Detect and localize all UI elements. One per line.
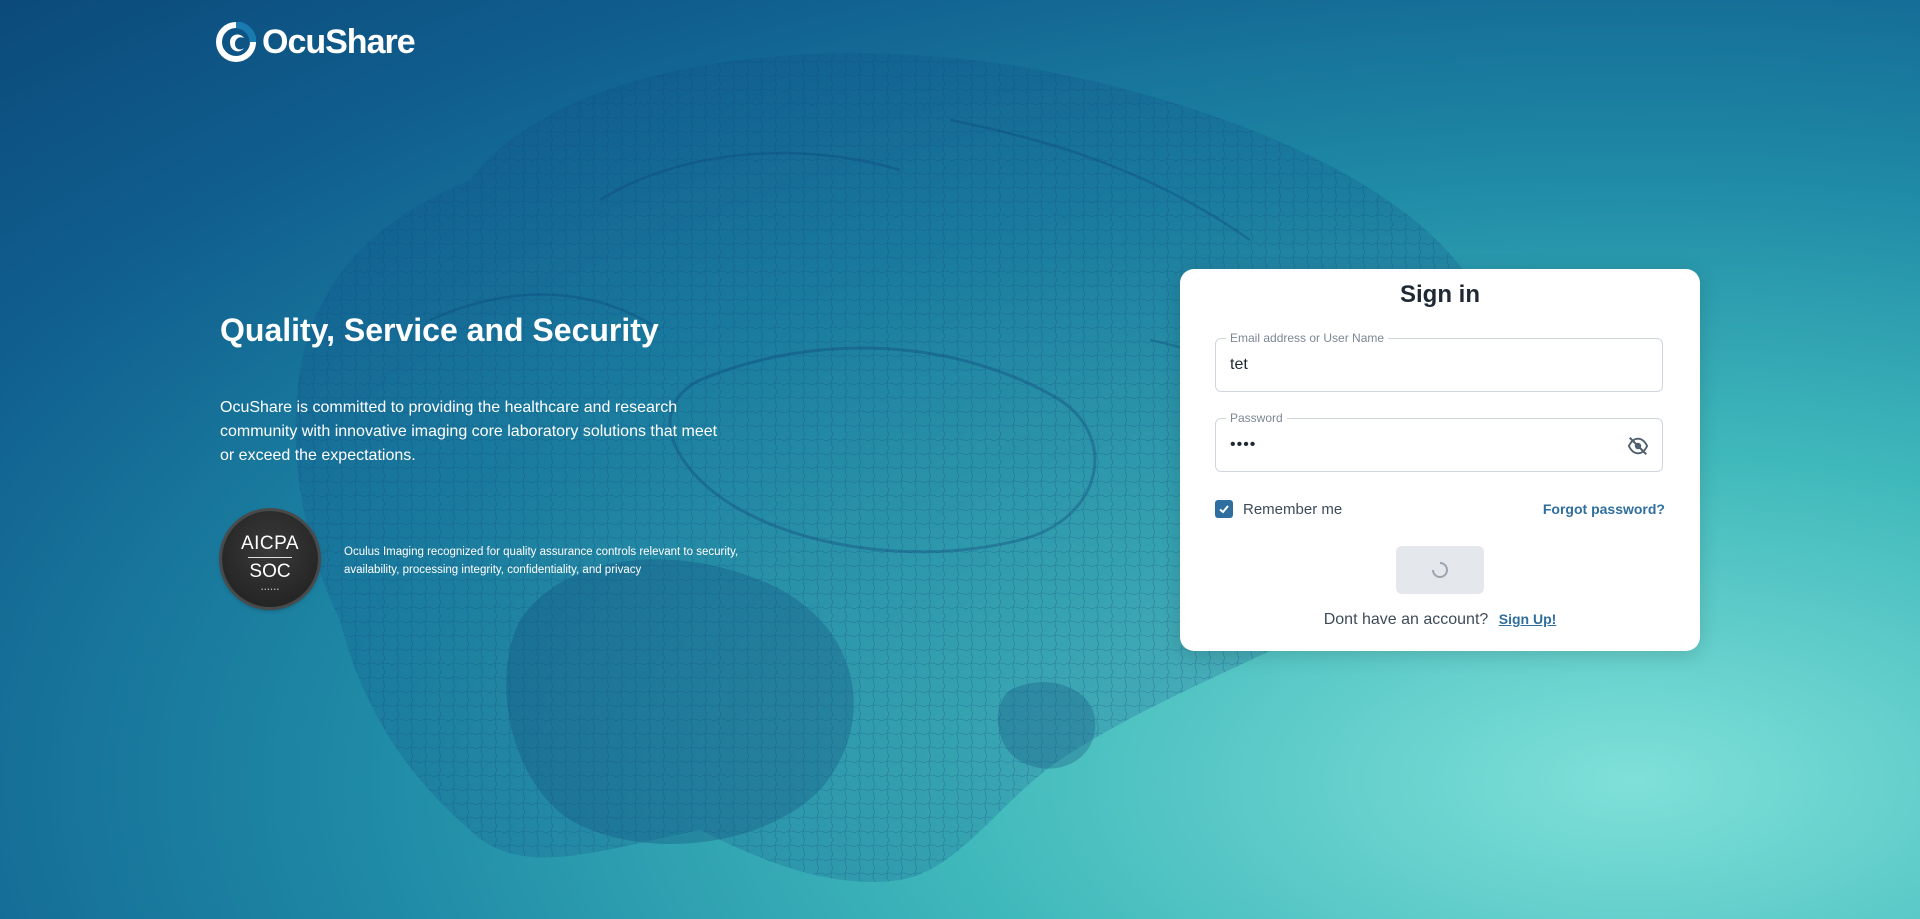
email-input[interactable] — [1230, 339, 1612, 391]
forgot-password-link[interactable]: Forgot password? — [1543, 501, 1665, 517]
signin-button[interactable] — [1396, 546, 1484, 594]
remember-me-checkbox[interactable]: Remember me — [1215, 500, 1342, 518]
remember-me-label: Remember me — [1243, 500, 1343, 518]
password-visibility-toggle[interactable] — [1624, 432, 1652, 460]
loading-spinner-icon — [1432, 562, 1448, 578]
signup-row: Dont have an account? Sign Up! — [1180, 611, 1700, 629]
password-field: Password — [1215, 411, 1663, 472]
aicpa-soc-badge: AICPA SOC • • • • • • — [222, 511, 318, 607]
badge-line-soc: SOC — [249, 561, 291, 582]
login-page: OcuShare Quality, Service and Security O… — [0, 0, 1920, 919]
ocushare-logo-icon — [216, 22, 256, 62]
signup-link[interactable]: Sign Up! — [1499, 611, 1557, 627]
badge-divider — [248, 557, 292, 558]
checkmark-icon — [1219, 505, 1229, 514]
badge-line-aicpa: AICPA — [240, 533, 300, 554]
eye-off-icon — [1627, 437, 1649, 455]
brand-logo[interactable]: OcuShare — [216, 22, 416, 62]
brand-name: OcuShare — [262, 22, 416, 61]
hero-description: OcuShare is committed to providing the h… — [220, 399, 718, 464]
email-field: Email address or User Name — [1215, 331, 1663, 392]
signin-card: Sign in Email address or User Name Passw… — [1180, 269, 1700, 651]
password-input[interactable] — [1230, 419, 1612, 471]
badge-caption: Oculus Imaging recognized for quality as… — [344, 546, 739, 576]
checkbox-checked[interactable] — [1215, 500, 1233, 518]
hero-title: Quality, Service and Security — [220, 312, 659, 348]
signup-prompt: Dont have an account? — [1323, 611, 1489, 628]
signin-title: Sign in — [1400, 281, 1480, 308]
badge-fine-print: • • • • • • — [261, 587, 279, 593]
